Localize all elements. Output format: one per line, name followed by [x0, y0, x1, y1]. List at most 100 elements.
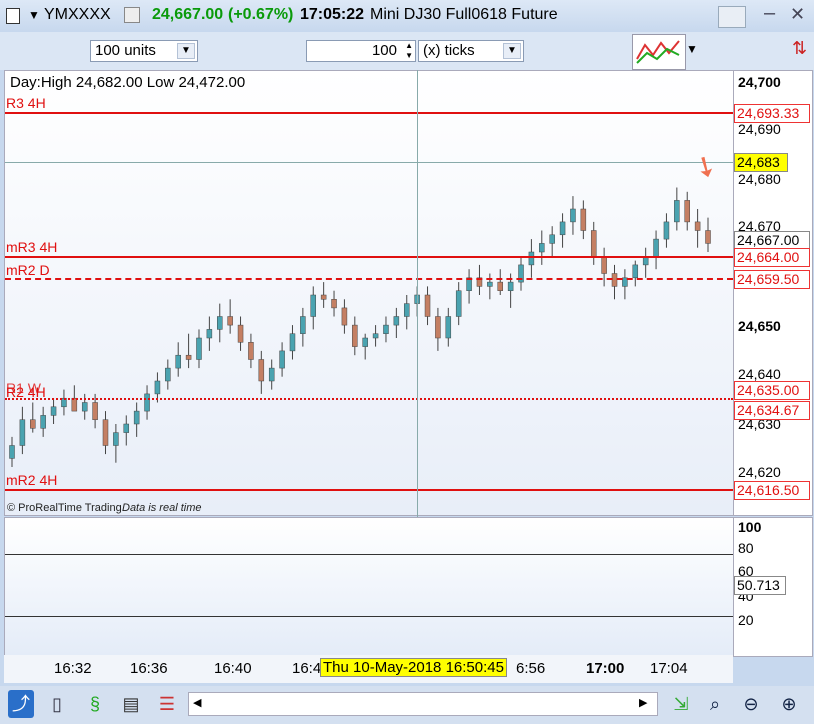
candle-body	[403, 303, 410, 317]
candle-body	[559, 221, 566, 236]
zoom-in-icon[interactable]: ⊕	[776, 690, 802, 718]
level-line-r3-4h	[5, 112, 733, 114]
scroll-right-icon[interactable]: ▶	[639, 696, 647, 709]
layout-icon[interactable]: ▯	[44, 690, 70, 718]
candle-body	[663, 221, 670, 240]
level-price-tag: 24,693.33	[734, 104, 810, 123]
candle-body	[674, 200, 680, 223]
candle-body	[9, 445, 15, 459]
candle-body	[206, 329, 213, 339]
level-label-r1-w: R1 W	[6, 380, 41, 396]
level-price-tag: 24,659.50	[734, 270, 810, 289]
candle-body	[341, 307, 348, 326]
candle-body	[40, 415, 46, 429]
candle-body	[268, 367, 275, 382]
share-icon[interactable]: ⤴	[8, 690, 34, 718]
indicator-tick: 80	[738, 540, 754, 556]
autoscale-icon[interactable]: ⇲	[668, 690, 694, 718]
time-tick: 16:4	[292, 660, 322, 677]
indicator-panel[interactable]	[4, 517, 735, 657]
copyright-label: © ProRealTime Trading	[7, 502, 122, 514]
indicator-icon[interactable]: §	[82, 690, 108, 718]
candle-body	[227, 316, 233, 326]
candle-body	[549, 234, 555, 244]
price-tick: 24,700	[738, 74, 781, 90]
horizontal-scrollbar[interactable]: ◀ ▶	[188, 692, 658, 716]
candle-body	[684, 200, 690, 223]
price-tick: 24,690	[738, 121, 781, 137]
candle-body	[705, 230, 711, 244]
candle-body	[528, 251, 535, 266]
candle-body	[237, 324, 244, 343]
level-label-mr2-d: mR2 D	[6, 262, 50, 278]
candle-body	[487, 281, 493, 287]
candle-body	[196, 337, 202, 360]
price-tick: 24,620	[738, 464, 781, 480]
candle-body	[590, 230, 597, 257]
candle-body	[507, 281, 514, 291]
drawing-icon[interactable]: ▤	[118, 690, 144, 718]
level-line-mr2-d	[5, 278, 733, 280]
level-line-r2-4h	[5, 398, 733, 400]
indicator-tick: 100	[738, 519, 762, 535]
candle-body	[102, 419, 109, 446]
scroll-left-icon[interactable]: ◀	[193, 696, 201, 709]
order-icon[interactable]: ☰	[154, 690, 180, 718]
candle-body	[133, 410, 140, 425]
time-tick: 16:36	[130, 660, 168, 677]
current-price-tag: 24,683	[734, 153, 788, 172]
candle-body	[497, 281, 503, 291]
candle-body	[71, 397, 78, 412]
crosshair-date-label: Thu 10-May-2018 16:50:45	[320, 658, 507, 677]
time-tick: 16:40	[214, 660, 252, 677]
candle-body	[445, 316, 452, 339]
level-line-mr3-4h	[5, 256, 733, 258]
candle-body	[154, 380, 161, 395]
candle-body	[165, 367, 171, 382]
candle-body	[217, 316, 223, 330]
candle-body	[653, 238, 659, 257]
price-tick: 24,640	[738, 366, 781, 382]
candle-body	[310, 294, 317, 317]
candle-body	[580, 208, 587, 231]
candle-body	[320, 294, 327, 300]
time-tick: 6:56	[516, 660, 546, 677]
level-price-tag: 24,616.50	[734, 481, 810, 500]
level-label-mr3-4h: mR3 4H	[6, 239, 58, 255]
indicator-value-tag: 50.713	[734, 576, 786, 595]
zoom-out-icon[interactable]: ⊖	[738, 690, 764, 718]
candle-body	[279, 350, 285, 369]
candle-body	[185, 354, 192, 360]
candle-body	[393, 316, 400, 326]
level-label-r3-4h: R3 4H	[6, 95, 46, 111]
level-label-mr2-4h: mR2 4H	[6, 472, 58, 488]
time-tick: 16:32	[54, 660, 92, 677]
candle-body	[123, 423, 130, 433]
realtime-note: Data is real time	[122, 502, 202, 514]
candle-body	[352, 324, 358, 347]
candle-body	[81, 402, 88, 412]
candles-group	[9, 187, 711, 467]
candle-body	[19, 419, 26, 446]
candle-body	[113, 432, 119, 446]
candle-body	[144, 393, 150, 412]
candle-body	[383, 324, 389, 334]
candle-body	[539, 243, 545, 253]
candle-body	[50, 406, 57, 416]
candle-body	[601, 256, 607, 274]
candle-body	[455, 290, 462, 317]
candle-body	[30, 419, 36, 429]
price-tick: 24,680	[738, 171, 781, 187]
candle-body	[289, 333, 296, 352]
candle-body	[175, 354, 181, 369]
day-info: Day:High 24,682.00 Low 24,472.00	[10, 74, 246, 91]
candle-body	[362, 337, 368, 347]
candle-body	[92, 402, 98, 420]
time-tick: 17:04	[650, 660, 688, 677]
candle-body	[372, 333, 379, 339]
level-line-mr2-4h	[5, 489, 733, 491]
candle-body	[258, 359, 265, 382]
indicator-line-20	[5, 616, 733, 617]
crosshair-horizontal	[5, 162, 733, 163]
zoom-fit-icon[interactable]: ⌕	[702, 690, 728, 718]
